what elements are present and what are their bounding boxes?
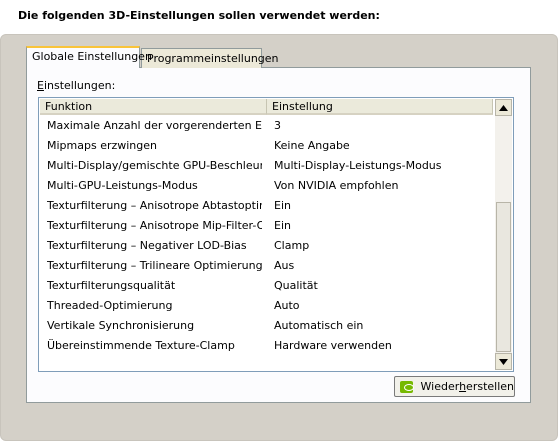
setting-feature: Threaded-Optimierung: [47, 299, 173, 312]
settings-label-rest: instellungen:: [43, 79, 116, 92]
table-row[interactable]: Vertikale Synchronisierung Automatisch ei…: [40, 316, 494, 336]
settings-rows: Maximale Anzahl der vorgerenderten Einz.…: [40, 116, 494, 356]
tab-global-settings[interactable]: Globale Einstellungen: [26, 46, 152, 68]
setting-value[interactable]: Keine Angabe: [274, 136, 489, 156]
scrollbar-thumb[interactable]: [496, 202, 511, 352]
settings-label: Einstellungen:: [37, 79, 115, 92]
setting-value[interactable]: Aus: [274, 256, 489, 276]
table-row[interactable]: Maximale Anzahl der vorgerenderten Einz.…: [40, 116, 494, 136]
dialog-heading: Die folgenden 3D-Einstellungen sollen ve…: [18, 9, 380, 22]
scroll-down-button[interactable]: [495, 353, 512, 370]
arrow-down-icon: [499, 358, 508, 365]
table-row[interactable]: Übereinstimmende Texture-Clamp Hardware v…: [40, 336, 494, 356]
settings-list[interactable]: Funktion Einstellung Maximale Anzahl der…: [38, 97, 514, 372]
setting-feature: Texturfilterung – Negativer LOD-Bias: [47, 239, 247, 252]
table-row[interactable]: Texturfilterungsqualität Qualität: [40, 276, 494, 296]
restore-button-label: Wiederherstellen: [421, 380, 514, 393]
setting-feature: Texturfilterung – Anisotrope Mip-Filter-…: [47, 219, 262, 232]
setting-feature: Vertikale Synchronisierung: [47, 319, 195, 332]
setting-feature: Texturfilterung – Trilineare Optimierung: [47, 259, 262, 272]
setting-feature: Texturfilterungsqualität: [47, 279, 176, 292]
setting-feature: Maximale Anzahl der vorgerenderten Einz.…: [47, 119, 262, 132]
vertical-scrollbar[interactable]: [495, 99, 512, 370]
nvidia-logo-icon: [400, 380, 414, 393]
setting-value[interactable]: 3: [274, 116, 489, 136]
scroll-up-button[interactable]: [495, 99, 512, 116]
restore-label-start: Wieder: [420, 380, 460, 393]
setting-feature: Übereinstimmende Texture-Clamp: [47, 339, 235, 352]
setting-value[interactable]: Ein: [274, 216, 489, 236]
table-row[interactable]: Threaded-Optimierung Auto: [40, 296, 494, 316]
restore-label-end: erstellen: [466, 380, 514, 393]
setting-feature: Multi-GPU-Leistungs-Modus: [47, 179, 198, 192]
column-header-setting[interactable]: Einstellung: [267, 99, 493, 115]
restore-label-mnemonic: h: [459, 380, 467, 393]
table-row[interactable]: Multi-Display/gemischte GPU-Beschleunigu…: [40, 156, 494, 176]
tab-program-settings[interactable]: Programmeinstellungen: [141, 48, 279, 68]
setting-value[interactable]: Auto: [274, 296, 489, 316]
column-header-function[interactable]: Funktion: [40, 99, 267, 115]
setting-value[interactable]: Clamp: [274, 236, 489, 256]
setting-value[interactable]: Von NVIDIA empfohlen: [274, 176, 489, 196]
setting-feature: Mipmaps erzwingen: [47, 139, 158, 152]
table-row[interactable]: Mipmaps erzwingen Keine Angabe: [40, 136, 494, 156]
arrow-up-icon: [499, 104, 508, 111]
table-row[interactable]: Multi-GPU-Leistungs-Modus Von NVIDIA empf…: [40, 176, 494, 196]
setting-value[interactable]: Automatisch ein: [274, 316, 489, 336]
restore-button[interactable]: Wiederherstellen: [394, 376, 515, 397]
setting-feature: Texturfilterung – Anisotrope Abtastoptim…: [47, 199, 262, 212]
table-row[interactable]: Texturfilterung – Anisotrope Abtastoptim…: [40, 196, 494, 216]
setting-value[interactable]: Multi-Display-Leistungs-Modus: [274, 156, 489, 176]
setting-value[interactable]: Hardware verwenden: [274, 336, 489, 356]
setting-value[interactable]: Qualität: [274, 276, 489, 296]
setting-feature: Multi-Display/gemischte GPU-Beschleunigu…: [47, 159, 262, 172]
table-row[interactable]: Texturfilterung – Trilineare Optimierung…: [40, 256, 494, 276]
settings-label-mnemonic: E: [37, 79, 44, 92]
setting-value[interactable]: Ein: [274, 196, 489, 216]
table-row[interactable]: Texturfilterung – Anisotrope Mip-Filter-…: [40, 216, 494, 236]
table-row[interactable]: Texturfilterung – Negativer LOD-Bias Clam…: [40, 236, 494, 256]
